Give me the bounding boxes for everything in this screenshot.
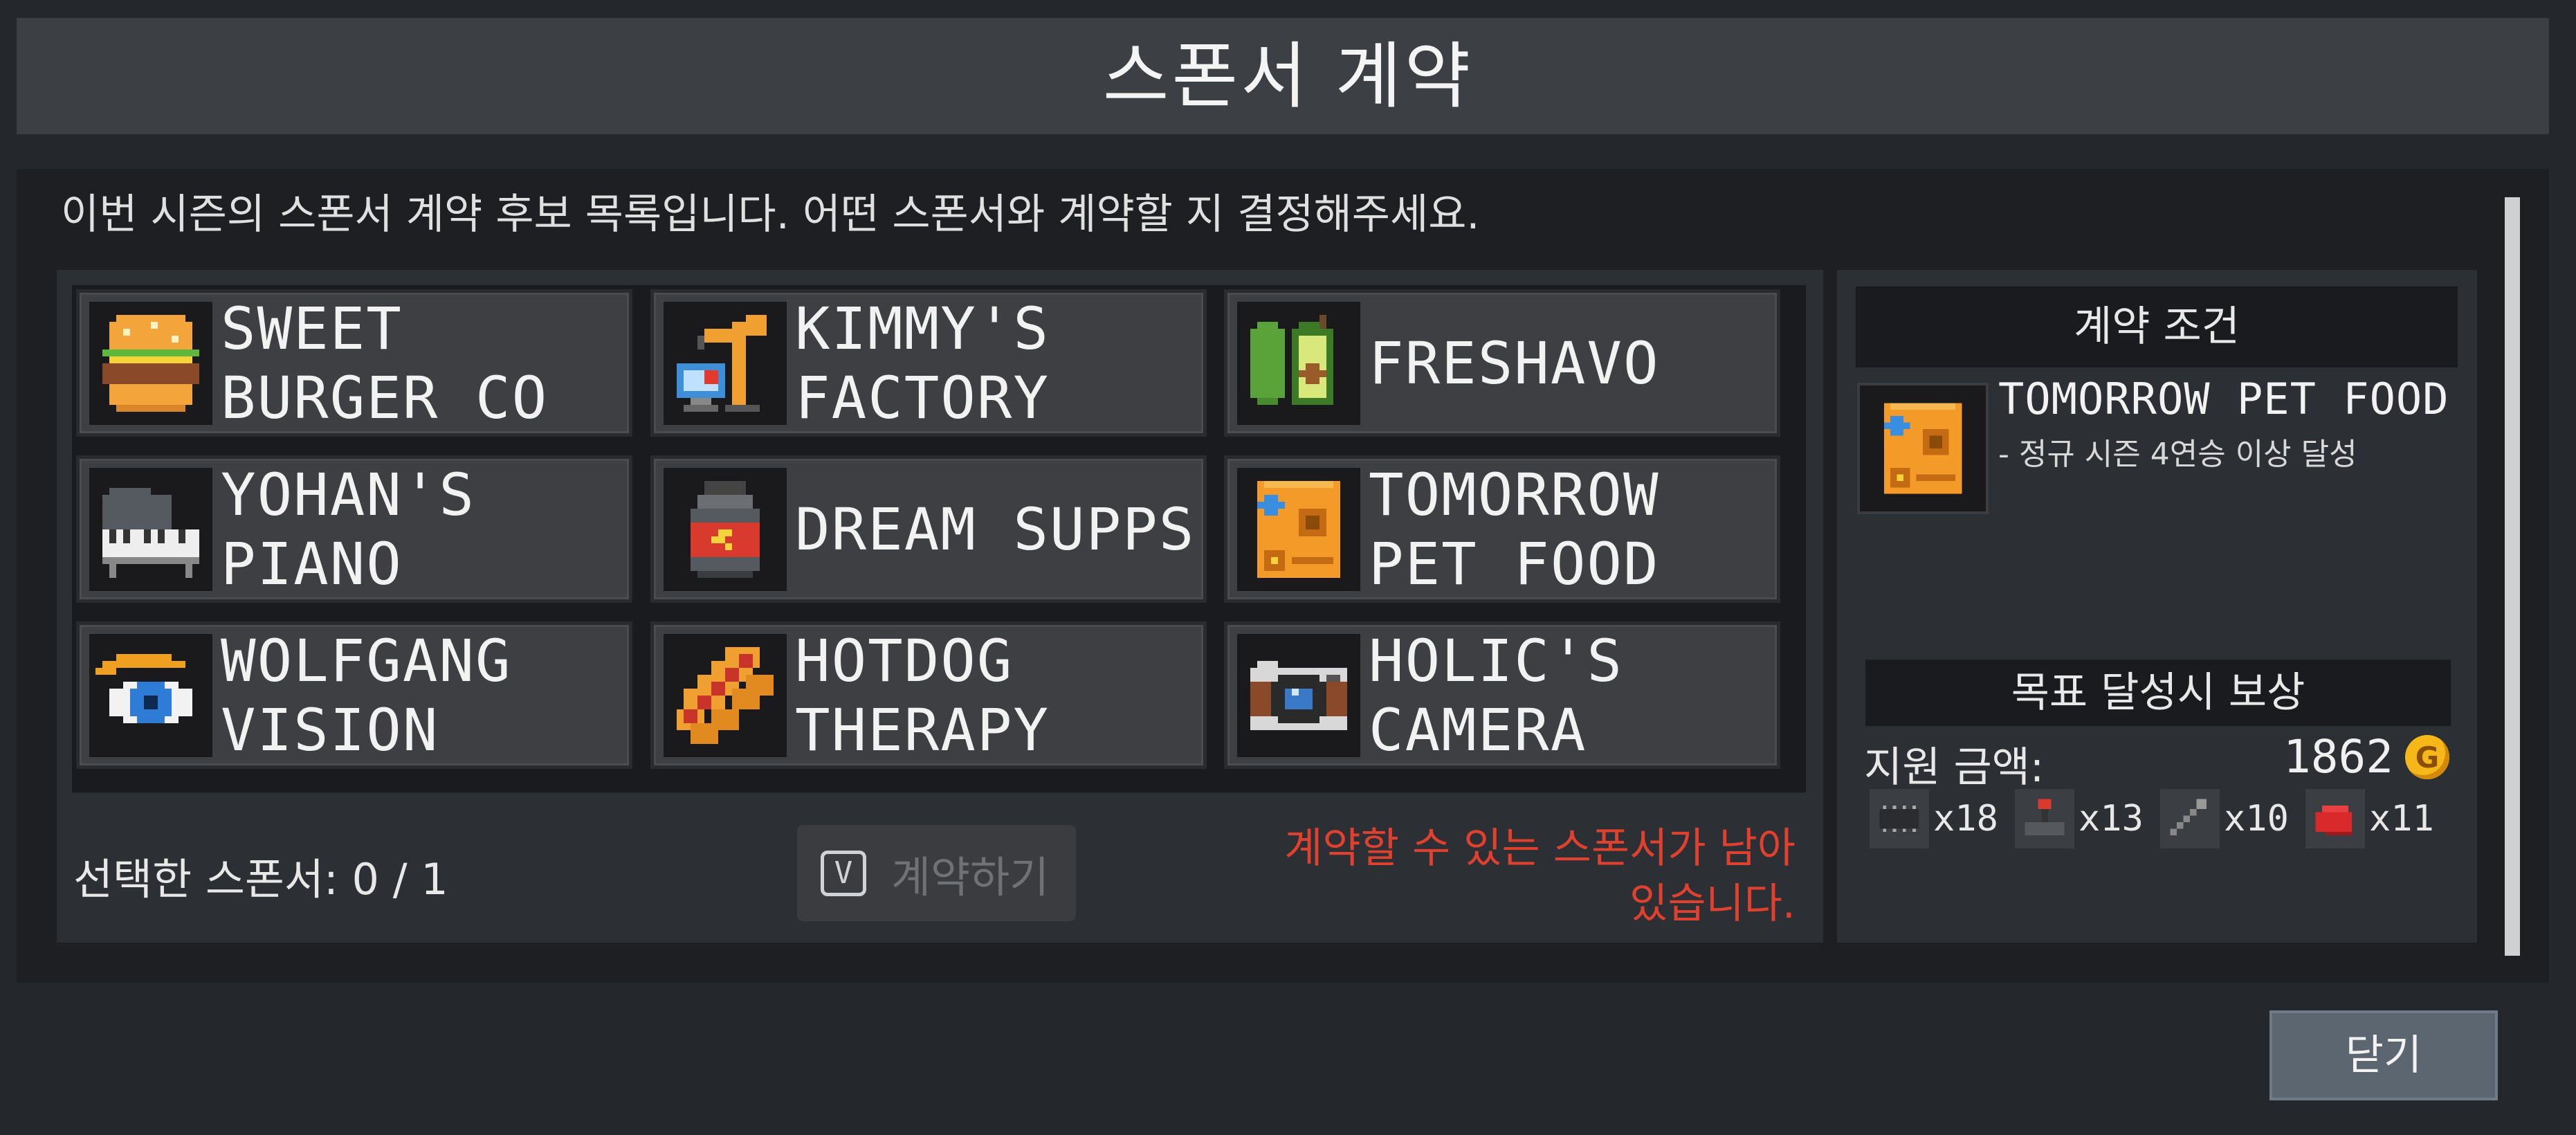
reward-item-wrench: x10	[2160, 789, 2289, 848]
contract-button-label: 계약하기	[891, 851, 1050, 902]
reward-item-red-cloth: x11	[2305, 789, 2434, 848]
sponsor-card-yohans-piano[interactable]: YOHAN'S PIANO	[76, 455, 632, 603]
sponsor-card-sweet-burger-co[interactable]: SWEET BURGER CO	[76, 289, 632, 437]
avocado-icon	[1237, 301, 1360, 425]
piano-icon	[89, 467, 212, 591]
reward-item-qty: x11	[2369, 798, 2434, 839]
robot-arm-icon	[664, 301, 787, 425]
hotdog-icon	[664, 633, 787, 757]
chip-icon	[1870, 789, 1929, 848]
joystick-icon	[2015, 789, 2074, 848]
selected-sponsor-name: TOMORROW PET FOOD	[1998, 374, 2449, 424]
sponsor-card-wolfgang-vision[interactable]: WOLFGANG VISION	[76, 621, 632, 769]
pet-food-bag-icon	[1857, 383, 1989, 514]
fund-label: 지원 금액:	[1864, 743, 2045, 792]
reward-item-joystick: x13	[2015, 789, 2144, 848]
sponsor-card-tomorrow-pet-food[interactable]: TOMORROW PET FOOD	[1224, 455, 1780, 603]
sponsor-name: YOHAN'S PIANO	[221, 460, 476, 598]
contract-condition: - 정규 시즌 4연승 이상 달성	[1998, 437, 2357, 472]
sponsor-name: KIMMY'S FACTORY	[795, 294, 1050, 432]
warning-message: 계약할 수 있는 스폰서가 남아 있습니다.	[1284, 824, 1796, 928]
scrollbar-thumb[interactable]	[2505, 197, 2520, 956]
contract-conditions-header: 계약 조건	[1856, 287, 2458, 367]
sponsor-card-holics-camera[interactable]: HOLIC'S CAMERA	[1224, 621, 1780, 769]
supplement-jar-icon	[664, 467, 787, 591]
reward-item-qty: x10	[2224, 798, 2289, 839]
wrench-icon	[2160, 789, 2220, 848]
intro-text: 이번 시즌의 스폰서 계약 후보 목록입니다. 어떤 스폰서와 계약할 지 결정…	[61, 190, 1480, 239]
warning-text: 계약할 수 있는 스폰서가 남아 있습니다.	[1176, 821, 1796, 932]
camera-icon	[1237, 633, 1360, 757]
sponsor-name: DREAM SUPPS	[795, 495, 1196, 563]
sponsor-name: HOTDOG THERAPY	[795, 626, 1050, 764]
reward-item-qty: x18	[1933, 798, 1998, 839]
sponsor-name: TOMORROW PET FOOD	[1369, 460, 1660, 598]
sponsor-name: HOLIC'S CAMERA	[1369, 626, 1624, 764]
fund-value: 1862	[2283, 730, 2393, 783]
sponsor-card-kimmys-factory[interactable]: KIMMY'S FACTORY	[650, 289, 1207, 437]
eye-icon	[89, 633, 212, 757]
pet-food-bag-icon	[1237, 467, 1360, 591]
reward-header: 목표 달성시 보상	[1865, 660, 2451, 726]
sponsor-name: WOLFGANG VISION	[221, 626, 512, 764]
coin-icon: G	[2405, 735, 2449, 779]
red-cloth-icon	[2305, 789, 2365, 848]
sponsor-name: FRESHAVO	[1369, 329, 1660, 397]
sponsor-card-hotdog-therapy[interactable]: HOTDOG THERAPY	[650, 621, 1207, 769]
sponsor-name: SWEET BURGER CO	[221, 294, 549, 432]
reward-item-qty: x13	[2079, 798, 2144, 839]
contract-button[interactable]: V 계약하기	[797, 825, 1076, 921]
reward-item-chip: x18	[1870, 789, 1998, 848]
burger-icon	[89, 301, 212, 425]
key-hint-v: V	[821, 850, 866, 896]
window-title: 스폰서 계약	[1102, 34, 1474, 118]
sponsor-card-dream-supps[interactable]: DREAM SUPPS	[650, 455, 1207, 603]
sponsor-card-freshavo[interactable]: FRESHAVO	[1224, 289, 1780, 437]
selected-sponsor-count: 선택한 스폰서: 0 / 1	[73, 854, 448, 905]
close-button[interactable]: 닫기	[2269, 1010, 2498, 1100]
